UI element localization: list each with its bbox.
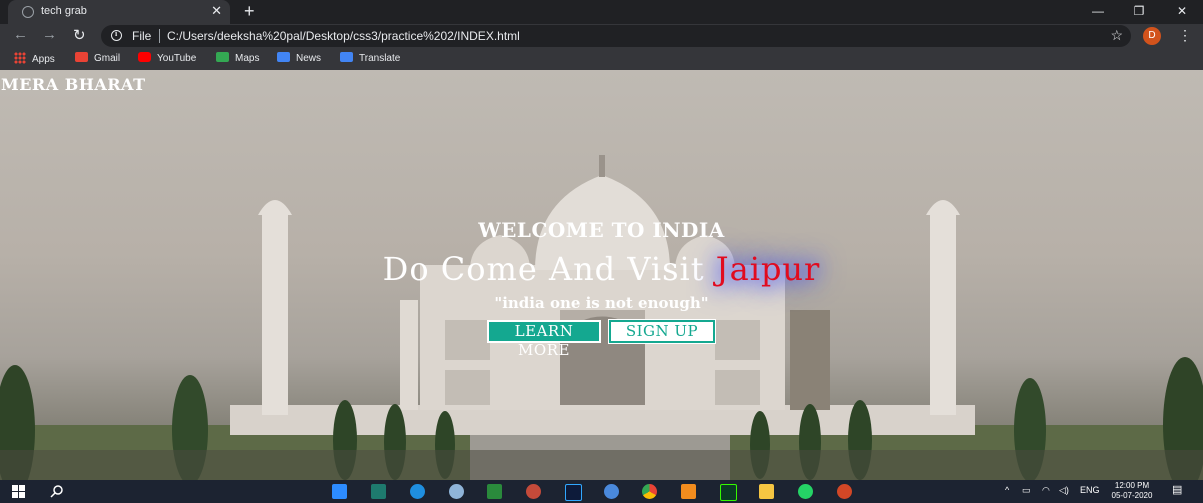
- battery-icon[interactable]: ▭: [1022, 485, 1031, 496]
- windows-taskbar: ^ ▭ ◠ ◁) ENG 12:00 PM 05-07-2020 ▤: [0, 480, 1203, 503]
- headline-text: Do Come And Visit: [382, 250, 716, 288]
- window-close-button[interactable]: ✕: [1162, 0, 1202, 24]
- browser-tab[interactable]: tech grab ✕: [8, 0, 230, 24]
- maps-icon: [216, 52, 229, 62]
- browser-toolbar: ← → ↻ File C:/Users/deeksha%20pal/Deskto…: [0, 24, 1203, 48]
- bookmark-translate[interactable]: Translate: [340, 52, 400, 64]
- scheme-label: File: [132, 29, 152, 43]
- gmail-icon: [75, 52, 88, 62]
- bookmark-gmail[interactable]: Gmail: [75, 52, 120, 64]
- photoshop-icon[interactable]: [565, 484, 582, 501]
- excel-icon[interactable]: [487, 484, 502, 499]
- bookmark-news[interactable]: News: [277, 52, 321, 64]
- start-icon[interactable]: [11, 484, 26, 499]
- address-bar[interactable]: File C:/Users/deeksha%20pal/Desktop/css3…: [101, 25, 1131, 47]
- sign-up-button[interactable]: SIGN UP: [609, 320, 715, 343]
- bookmark-apps[interactable]: Apps: [14, 52, 55, 65]
- media-icon[interactable]: [371, 484, 386, 499]
- system-clock[interactable]: 12:00 PM 05-07-2020: [1104, 481, 1160, 501]
- dreamweaver-icon[interactable]: [720, 484, 737, 501]
- browser-menu-icon[interactable]: ⋮: [1178, 27, 1192, 44]
- tagline: "india one is not enough": [494, 294, 709, 312]
- url-text[interactable]: C:/Users/deeksha%20pal/Desktop/css3/prac…: [167, 29, 520, 43]
- tray-chevron-icon[interactable]: ^: [1005, 485, 1009, 495]
- headline: Do Come And Visit Jaipur: [0, 250, 1203, 288]
- back-button[interactable]: ←: [13, 26, 28, 43]
- welcome-heading: WELCOME TO INDIA: [478, 218, 725, 242]
- chrome-icon[interactable]: [642, 484, 657, 499]
- bookmark-youtube[interactable]: YouTube: [138, 52, 196, 64]
- bookmark-star-icon[interactable]: ☆: [1110, 27, 1123, 44]
- weather-icon[interactable]: [449, 484, 464, 499]
- info-icon[interactable]: [111, 29, 122, 41]
- address-separator: [159, 29, 160, 43]
- site-brand[interactable]: MERA BHARAT: [1, 75, 145, 94]
- reload-button[interactable]: ↻: [73, 26, 86, 44]
- edge-icon[interactable]: [410, 484, 425, 499]
- news-icon: [277, 52, 290, 62]
- file-explorer-icon[interactable]: [759, 484, 774, 499]
- wifi-icon[interactable]: ◠: [1042, 485, 1050, 496]
- tab-close-icon[interactable]: ✕: [211, 3, 222, 19]
- web-page: MERA BHARAT WELCOME TO INDIA Do Come And…: [0, 70, 1203, 480]
- notifications-icon[interactable]: ▤: [1172, 483, 1182, 496]
- search-icon[interactable]: [49, 484, 64, 499]
- tab-strip: tech grab ✕ + — ❐ ✕: [0, 0, 1203, 24]
- volume-icon[interactable]: ◁): [1059, 485, 1069, 496]
- translate-icon: [340, 52, 353, 62]
- new-tab-button[interactable]: +: [244, 1, 255, 22]
- restore-button[interactable]: ❐: [1119, 0, 1159, 24]
- clock-time: 12:00 PM: [1114, 481, 1150, 490]
- whatsapp-icon[interactable]: [798, 484, 813, 499]
- powerpoint-icon[interactable]: [837, 484, 852, 499]
- youtube-icon: [138, 52, 151, 62]
- bookmark-maps[interactable]: Maps: [216, 52, 259, 64]
- headline-city: Jaipur: [715, 250, 821, 288]
- forward-button[interactable]: →: [42, 26, 57, 43]
- language-indicator[interactable]: ENG: [1080, 485, 1100, 495]
- cortana-icon[interactable]: [604, 484, 619, 499]
- apps-grid-icon: [14, 52, 26, 64]
- zoom-icon[interactable]: [332, 484, 347, 499]
- sublime-icon[interactable]: [681, 484, 696, 499]
- minimize-button[interactable]: —: [1078, 0, 1118, 24]
- tab-title: tech grab: [41, 5, 87, 17]
- clock-date: 05-07-2020: [1111, 491, 1153, 500]
- learn-more-button[interactable]: LEARN MORE: [487, 320, 601, 359]
- globe-icon: [22, 6, 34, 18]
- paint-icon[interactable]: [526, 484, 541, 499]
- profile-avatar[interactable]: D: [1143, 27, 1161, 45]
- bookmarks-bar: Apps Gmail YouTube Maps News Translate: [0, 48, 1203, 70]
